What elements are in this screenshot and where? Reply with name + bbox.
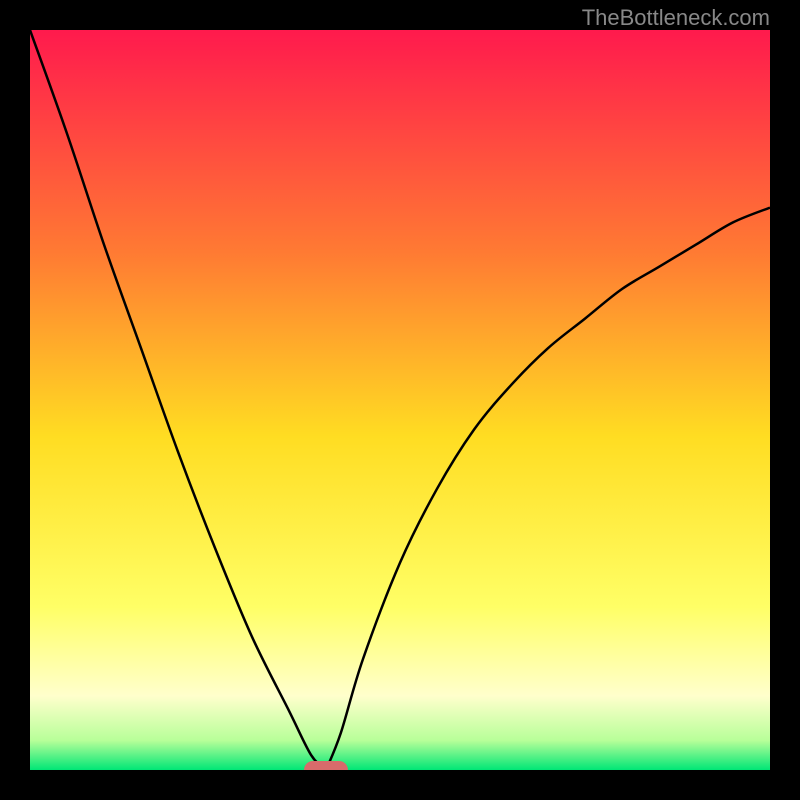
chart-svg [30,30,770,770]
marker-pill [304,761,348,770]
chart-plot-area [30,30,770,770]
chart-background [30,30,770,770]
watermark-text: TheBottleneck.com [582,5,770,31]
